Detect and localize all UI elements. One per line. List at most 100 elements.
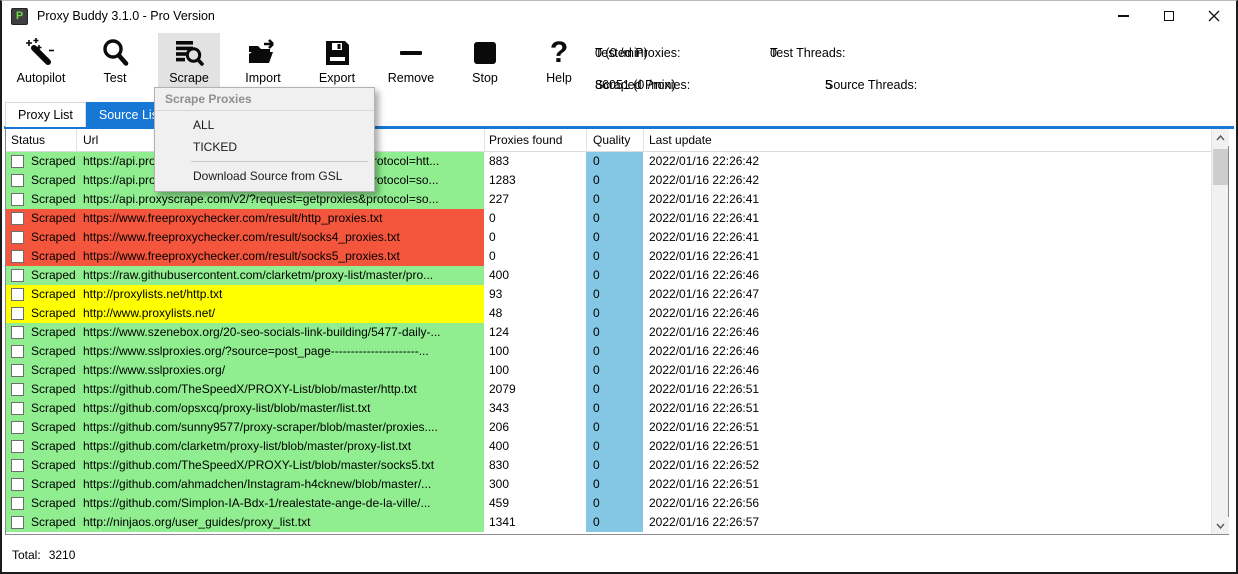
row-url: https://raw.githubusercontent.com/clarke…	[83, 268, 433, 282]
menu-item-all[interactable]: ALL	[155, 114, 374, 136]
row-checkbox[interactable]	[11, 269, 24, 282]
column-header-url[interactable]: Url	[83, 133, 98, 147]
column-divider	[586, 129, 587, 152]
row-checkbox[interactable]	[11, 459, 24, 472]
row-last-update: 2022/01/16 22:26:41	[649, 211, 759, 225]
row-checkbox[interactable]	[11, 174, 24, 187]
stop-button[interactable]: Stop	[454, 33, 516, 94]
maximize-icon	[1164, 11, 1174, 21]
tested-proxies-value: 0 (0 /min)	[595, 46, 648, 60]
table-row[interactable]: Scraped https://github.com/Simplon-IA-Bd…	[6, 494, 1211, 513]
row-checkbox[interactable]	[11, 288, 24, 301]
row-last-update: 2022/01/16 22:26:46	[649, 363, 759, 377]
table-row[interactable]: Scraped https://www.freeproxychecker.com…	[6, 209, 1211, 228]
table-row[interactable]: Scraped https://api.proxyscrape.com/v2/?…	[6, 190, 1211, 209]
app-window: P Proxy Buddy 3.1.0 - Pro Version Autopi	[0, 0, 1238, 574]
close-button[interactable]	[1191, 1, 1236, 31]
import-button[interactable]: Import	[232, 33, 294, 94]
row-checkbox[interactable]	[11, 155, 24, 168]
table-row[interactable]: Scraped https://www.sslproxies.org/ 100 …	[6, 361, 1211, 380]
menu-title: Scrape Proxies	[155, 88, 374, 111]
row-quality: 0	[593, 249, 600, 263]
menu-item-ticked[interactable]: TICKED	[155, 136, 374, 158]
row-status-label: Scraped	[31, 173, 76, 187]
table-row[interactable]: Scraped https://github.com/TheSpeedX/PRO…	[6, 380, 1211, 399]
row-checkbox[interactable]	[11, 478, 24, 491]
column-header-status[interactable]: Status	[11, 133, 45, 147]
table-row[interactable]: Scraped https://www.szenebox.org/20-seo-…	[6, 323, 1211, 342]
menu-item-download-gsl[interactable]: Download Source from GSL	[155, 165, 374, 187]
test-button[interactable]: Test	[84, 33, 146, 94]
row-proxies-found: 0	[489, 249, 496, 263]
row-checkbox[interactable]	[11, 421, 24, 434]
row-last-update: 2022/01/16 22:26:46	[649, 268, 759, 282]
table-row[interactable]: Scraped https://github.com/ahmadchen/Ins…	[6, 475, 1211, 494]
tab-proxy-list[interactable]: Proxy List	[5, 102, 86, 127]
row-quality: 0	[593, 173, 600, 187]
row-quality: 0	[593, 458, 600, 472]
row-checkbox[interactable]	[11, 516, 24, 529]
table-row[interactable]: Scraped https://www.freeproxychecker.com…	[6, 228, 1211, 247]
vertical-scrollbar[interactable]	[1211, 129, 1228, 534]
row-url: https://github.com/clarketm/proxy-list/b…	[83, 439, 411, 453]
table-row[interactable]: Scraped https://www.freeproxychecker.com…	[6, 247, 1211, 266]
row-checkbox[interactable]	[11, 364, 24, 377]
test-threads-label: Test Threads:	[770, 46, 846, 60]
chevron-down-icon	[1216, 523, 1225, 529]
table-row[interactable]: Scraped https://github.com/clarketm/prox…	[6, 437, 1211, 456]
maximize-button[interactable]	[1146, 1, 1191, 31]
help-button[interactable]: ? Help	[528, 33, 590, 94]
close-icon	[1208, 10, 1220, 22]
column-header-last-update[interactable]: Last update	[649, 133, 712, 147]
scroll-down-button[interactable]	[1212, 517, 1229, 534]
table-row[interactable]: Scraped http://proxylists.net/http.txt 9…	[6, 285, 1211, 304]
row-last-update: 2022/01/16 22:26:51	[649, 401, 759, 415]
row-checkbox[interactable]	[11, 383, 24, 396]
row-checkbox[interactable]	[11, 307, 24, 320]
row-last-update: 2022/01/16 22:26:46	[649, 306, 759, 320]
table-row[interactable]: Scraped https://www.sslproxies.org/?sour…	[6, 342, 1211, 361]
scroll-up-button[interactable]	[1212, 129, 1229, 146]
scrollbar-thumb[interactable]	[1213, 149, 1228, 185]
table-body: Scraped https://api.proxyscrape.com/v2/?…	[6, 152, 1211, 532]
row-proxies-found: 459	[489, 496, 509, 510]
row-checkbox[interactable]	[11, 402, 24, 415]
total-value: 3210	[49, 548, 76, 562]
table-row[interactable]: Scraped http://ninjaos.org/user_guides/p…	[6, 513, 1211, 532]
row-checkbox[interactable]	[11, 212, 24, 225]
row-checkbox[interactable]	[11, 440, 24, 453]
row-checkbox[interactable]	[11, 250, 24, 263]
row-status-label: Scraped	[31, 211, 76, 225]
minimize-button[interactable]	[1101, 1, 1146, 31]
column-header-proxies-found[interactable]: Proxies found	[489, 133, 562, 147]
row-url: http://ninjaos.org/user_guides/proxy_lis…	[83, 515, 310, 529]
row-last-update: 2022/01/16 22:26:51	[649, 420, 759, 434]
title-bar: P Proxy Buddy 3.1.0 - Pro Version	[2, 1, 1236, 31]
row-checkbox[interactable]	[11, 326, 24, 339]
remove-button[interactable]: Remove	[380, 33, 442, 94]
table-row[interactable]: Scraped https://github.com/TheSpeedX/PRO…	[6, 456, 1211, 475]
export-button[interactable]: Export	[306, 33, 368, 94]
row-last-update: 2022/01/16 22:26:46	[649, 325, 759, 339]
row-quality: 0	[593, 325, 600, 339]
row-checkbox[interactable]	[11, 497, 24, 510]
table-row[interactable]: Scraped http://www.proxylists.net/ 48 0 …	[6, 304, 1211, 323]
autopilot-button[interactable]: Autopilot	[10, 33, 72, 94]
row-checkbox[interactable]	[11, 345, 24, 358]
menu-separator	[191, 161, 368, 162]
test-threads-value: 0	[770, 46, 777, 60]
table-row[interactable]: Scraped https://raw.githubusercontent.co…	[6, 266, 1211, 285]
row-proxies-found: 100	[489, 344, 509, 358]
row-checkbox[interactable]	[11, 231, 24, 244]
source-threads-label: Source Threads:	[825, 78, 917, 92]
row-checkbox[interactable]	[11, 193, 24, 206]
row-proxies-found: 227	[489, 192, 509, 206]
scrape-button[interactable]: Scrape	[158, 33, 220, 94]
column-header-quality[interactable]: Quality	[593, 133, 630, 147]
row-quality: 0	[593, 344, 600, 358]
table-row[interactable]: Scraped https://github.com/sunny9577/pro…	[6, 418, 1211, 437]
row-status-label: Scraped	[31, 363, 76, 377]
row-status-label: Scraped	[31, 458, 76, 472]
row-quality: 0	[593, 268, 600, 282]
table-row[interactable]: Scraped https://github.com/opsxcq/proxy-…	[6, 399, 1211, 418]
